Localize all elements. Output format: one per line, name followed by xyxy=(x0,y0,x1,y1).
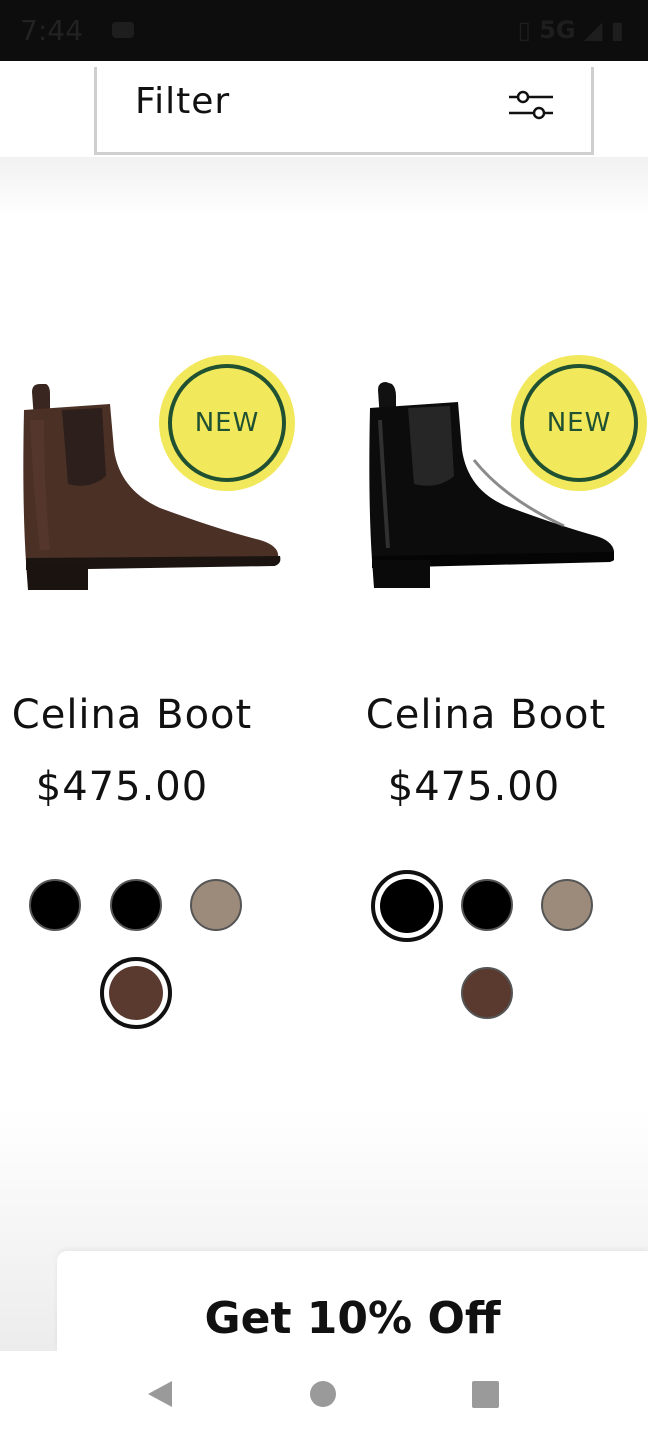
new-badge-label: NEW xyxy=(520,364,638,482)
navigation-bar xyxy=(0,1351,648,1440)
new-badge-label: NEW xyxy=(168,364,286,482)
color-swatch-taupe[interactable] xyxy=(190,879,242,931)
home-icon[interactable] xyxy=(310,1381,336,1407)
product-name[interactable]: Celina Boot xyxy=(0,692,294,738)
promo-text: Get 10% Off xyxy=(204,1293,501,1344)
recent-apps-icon[interactable] xyxy=(472,1381,499,1408)
product-card[interactable]: NEW Celina Boot $475.00 xyxy=(324,340,648,1060)
promo-banner[interactable]: Get 10% Off xyxy=(57,1251,648,1351)
message-icon xyxy=(112,22,134,38)
new-badge: NEW xyxy=(159,355,295,491)
new-badge: NEW xyxy=(511,355,647,491)
product-card[interactable]: NEW Celina Boot $475.00 xyxy=(0,340,324,1060)
filter-button[interactable]: Filter xyxy=(94,67,594,155)
product-name[interactable]: Celina Boot xyxy=(324,692,648,738)
filter-label: Filter xyxy=(135,81,231,122)
color-swatch-taupe[interactable] xyxy=(541,879,593,931)
signal-icon: ◢ xyxy=(583,16,603,44)
product-price: $475.00 xyxy=(387,764,561,810)
color-swatch-black[interactable] xyxy=(29,879,81,931)
vibrate-icon: ▯ xyxy=(517,16,531,44)
filter-area: Filter xyxy=(0,61,648,157)
color-swatch-black[interactable] xyxy=(461,879,513,931)
color-swatch-black-selected[interactable] xyxy=(371,870,443,942)
status-time: 7:44 xyxy=(20,14,83,47)
color-swatch-brown[interactable] xyxy=(461,967,513,1019)
color-swatch-black[interactable] xyxy=(110,879,162,931)
color-swatch-brown-selected[interactable] xyxy=(100,957,172,1029)
network-label: 5G xyxy=(539,16,576,44)
signal-status: ▯ 5G ◢ ▮ xyxy=(518,16,624,44)
status-bar: 7:44 ▯ 5G ◢ ▮ xyxy=(0,0,648,61)
battery-icon: ▮ xyxy=(610,16,624,44)
sliders-icon xyxy=(509,90,553,120)
product-price: $475.00 xyxy=(35,764,209,810)
back-icon[interactable] xyxy=(146,1379,174,1409)
